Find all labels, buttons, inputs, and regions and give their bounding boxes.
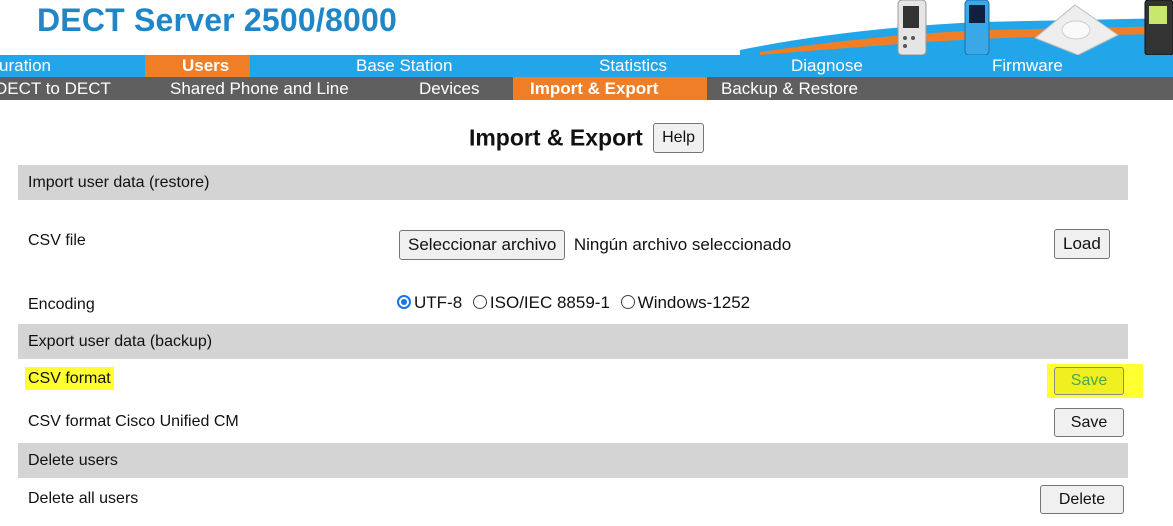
csv-format-label: CSV format: [25, 367, 114, 390]
encoding-option-utf8[interactable]: UTF-8: [397, 293, 467, 312]
file-status-text: Ningún archivo seleccionado: [573, 235, 792, 254]
delete-all-label: Delete all users: [28, 490, 139, 507]
page-title: Import & Export: [468, 124, 643, 151]
choose-file-button[interactable]: Seleccionar archivo: [399, 230, 566, 260]
handset-blue-icon: [964, 0, 990, 55]
radio-iso[interactable]: [472, 295, 487, 309]
nav-base-station[interactable]: Base Station: [356, 55, 452, 77]
page-heading: Import & Export Help: [0, 123, 1173, 153]
app-title: DECT Server 2500/8000: [37, 2, 397, 38]
nav-users[interactable]: Users: [145, 55, 250, 77]
nav-configuration[interactable]: uration: [0, 55, 51, 77]
cisco-format-label: CSV format Cisco Unified CM: [28, 413, 239, 430]
subnav-import-export[interactable]: Import & Export: [513, 77, 707, 100]
radio-windows-label: Windows-1252: [637, 293, 751, 312]
encoding-option-iso[interactable]: ISO/IEC 8859-1: [472, 293, 615, 312]
encoding-option-windows[interactable]: Windows-1252: [620, 293, 751, 312]
subnav-devices[interactable]: Devices: [419, 77, 479, 100]
delete-section-header: Delete users: [18, 443, 1128, 478]
csv-format-text: CSV format: [25, 367, 114, 390]
app-header: DECT Server 2500/8000: [0, 0, 1173, 55]
delete-button[interactable]: Delete: [1040, 485, 1124, 514]
import-section-header: Import user data (restore): [18, 165, 1128, 200]
nav-statistics[interactable]: Statistics: [599, 55, 667, 77]
cisco-save-button[interactable]: Save: [1054, 408, 1124, 437]
nav-diagnose[interactable]: Diagnose: [791, 55, 863, 77]
base-station-icon: [1034, 4, 1119, 55]
help-button[interactable]: Help: [653, 123, 705, 153]
file-picker: Seleccionar archivo Ningún archivo selec…: [399, 230, 791, 260]
csv-save-button[interactable]: Save: [1054, 367, 1124, 395]
radio-windows[interactable]: [620, 295, 635, 309]
sub-nav: DECT to DECT Shared Phone and Line Devic…: [0, 77, 1173, 100]
subnav-dect-to-dect[interactable]: DECT to DECT: [0, 77, 111, 100]
radio-iso-label: ISO/IEC 8859-1: [489, 293, 610, 312]
encoding-label: Encoding: [28, 296, 95, 313]
subnav-shared-phone-line[interactable]: Shared Phone and Line: [170, 77, 349, 100]
radio-utf8[interactable]: [397, 295, 411, 309]
handset-dark-icon: [1144, 0, 1173, 55]
radio-utf8-label: UTF-8: [414, 293, 463, 312]
encoding-radio-group: UTF-8 ISO/IEC 8859-1 Windows-1252: [397, 293, 756, 313]
csv-file-label: CSV file: [28, 232, 86, 249]
handset-icon: [897, 0, 927, 55]
load-button[interactable]: Load: [1054, 229, 1110, 259]
nav-firmware[interactable]: Firmware: [992, 55, 1063, 77]
export-section-header: Export user data (backup): [18, 324, 1128, 359]
main-nav: uration Users Base Station Statistics Di…: [0, 55, 1173, 77]
subnav-backup-restore[interactable]: Backup & Restore: [721, 77, 858, 100]
